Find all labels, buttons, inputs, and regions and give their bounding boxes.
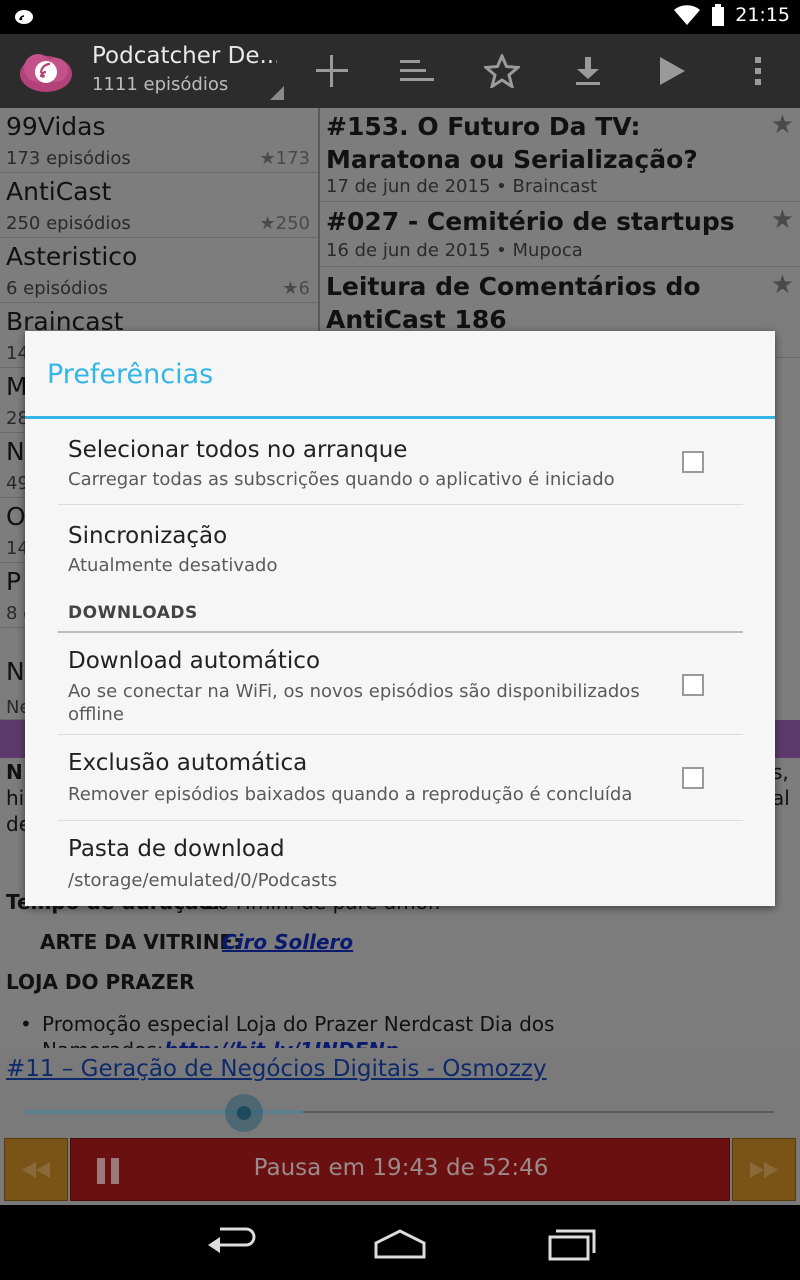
star-count: ★250 — [259, 213, 311, 234]
battery-icon — [712, 4, 725, 26]
podcast-name: N — [6, 657, 25, 686]
player-panel: #11 – Geração de Negócios Digitais - Osm… — [0, 1048, 800, 1205]
sort-button[interactable] — [386, 46, 446, 96]
preferences-dialog: Preferências Selecionar todos no arranqu… — [25, 331, 775, 906]
star-count: ★6 — [282, 278, 310, 299]
action-bar: Podcatcher De... 1111 episódios — [0, 34, 800, 108]
pref-title: Pasta de download — [68, 836, 285, 862]
select-all-checkbox[interactable] — [682, 451, 704, 473]
auto-download-checkbox[interactable] — [682, 674, 704, 696]
episode-title: #153. O Futuro Da TV: Maratona ou Serial… — [326, 112, 698, 174]
podcast-episode-count: 250 episódios — [6, 213, 131, 234]
download-icon — [576, 57, 600, 85]
episode-title: #027 - Cemitério de startups — [326, 207, 735, 236]
podcast-name: AntiCast — [6, 177, 112, 206]
pref-sync[interactable]: Sincronização Atualmente desativado — [58, 505, 743, 591]
pref-summary: Ao se conectar na WiFi, os novos episódi… — [68, 681, 640, 725]
notification-icon — [15, 10, 33, 24]
podcast-name: Asteristico — [6, 242, 138, 271]
auto-delete-checkbox[interactable] — [682, 767, 704, 789]
pref-title: Download automático — [68, 648, 321, 674]
sort-icon — [400, 60, 434, 81]
status-bar: 21:15 — [0, 0, 800, 34]
pause-label: Pausa em 19:43 de 52:46 — [253, 1155, 549, 1181]
overflow-menu-button[interactable] — [728, 46, 788, 96]
playlist-button[interactable] — [642, 46, 702, 96]
back-icon[interactable] — [200, 1223, 260, 1263]
star-icon[interactable]: ★ — [771, 205, 794, 235]
episode-meta: 17 de jun de 2015 • Braincast — [326, 176, 598, 197]
pref-download-folder[interactable]: Pasta de download /storage/emulated/0/Po… — [58, 821, 743, 906]
play-icon — [660, 57, 685, 85]
description-line: hi — [6, 786, 25, 810]
podcast-episode-count: 6 episódios — [6, 278, 108, 299]
art-label: ARTE DA VITRINE: — [40, 930, 242, 954]
star-outline-icon — [484, 54, 520, 88]
section-label: DOWNLOADS — [68, 603, 198, 623]
recents-icon[interactable] — [542, 1223, 602, 1263]
spinner-corner-icon — [270, 86, 284, 100]
pref-summary: Carregar todas as subscrições quando o a… — [68, 469, 615, 490]
pref-summary: Atualmente desativado — [68, 555, 278, 576]
navigation-bar — [0, 1205, 800, 1280]
more-vert-icon — [755, 57, 761, 85]
pref-title: Sincronização — [68, 523, 228, 549]
bullet-dot: • — [20, 1012, 32, 1036]
rewind-button[interactable] — [4, 1138, 68, 1201]
downloads-button[interactable] — [558, 46, 618, 96]
list-item[interactable]: #153. O Futuro Da TV: Maratona ou Serial… — [320, 108, 800, 202]
star-icon[interactable]: ★ — [771, 110, 794, 140]
episode-title: Leitura de Comentários do AntiCast 186 — [326, 272, 701, 334]
episode-count[interactable]: 1111 episódios — [92, 74, 228, 95]
pref-summary: /storage/emulated/0/Podcasts — [68, 870, 338, 891]
app-logo-icon[interactable] — [16, 46, 80, 96]
seekbar-thumb[interactable] — [225, 1094, 263, 1132]
store-heading: LOJA DO PRAZER — [6, 970, 195, 994]
pref-title: Exclusão automática — [68, 750, 308, 776]
now-playing-title[interactable]: #11 – Geração de Negócios Digitais - Osm… — [6, 1056, 547, 1082]
bullet-text: Promoção especial Loja do Prazer Nerdcas… — [42, 1012, 555, 1036]
dialog-title: Preferências — [47, 359, 214, 390]
add-podcast-button[interactable] — [302, 46, 362, 96]
app-title[interactable]: Podcatcher De... — [92, 43, 277, 69]
fast-forward-button[interactable] — [732, 1138, 796, 1201]
rewind-icon — [22, 1161, 50, 1178]
home-icon[interactable] — [370, 1223, 430, 1263]
episode-meta: 16 de jun de 2015 • Mupoca — [326, 240, 583, 261]
clock: 21:15 — [735, 4, 790, 26]
podcast-name: 99Vidas — [6, 112, 106, 141]
pref-title: Selecionar todos no arranque — [68, 437, 408, 463]
pref-select-all[interactable]: Selecionar todos no arranque Carregar to… — [58, 419, 743, 505]
favorites-button[interactable] — [472, 46, 532, 96]
list-item[interactable]: Asteristico 6 episódios ★6 — [0, 238, 318, 303]
art-link[interactable]: Ciro Sollero — [222, 930, 353, 954]
pref-auto-download[interactable]: Download automático Ao se conectar na Wi… — [58, 634, 743, 735]
section-header-downloads: DOWNLOADS — [58, 593, 743, 633]
podcast-name: P — [6, 567, 22, 596]
list-item[interactable]: AntiCast 250 episódios ★250 — [0, 173, 318, 238]
plus-icon — [316, 55, 348, 87]
podcast-name: N — [6, 437, 25, 466]
fast-forward-icon — [750, 1161, 778, 1178]
podcast-episode-count: 173 episódios — [6, 148, 131, 169]
list-item[interactable]: 99Vidas 173 episódios ★173 — [0, 108, 318, 173]
star-icon[interactable]: ★ — [771, 270, 794, 300]
pref-auto-delete[interactable]: Exclusão automática Remover episódios ba… — [58, 735, 743, 821]
list-item[interactable]: #027 - Cemitério de startups 16 de jun d… — [320, 203, 800, 267]
description-line: N — [6, 760, 23, 784]
star-count: ★173 — [259, 148, 311, 169]
wifi-icon — [674, 5, 701, 25]
podcast-name: O — [6, 502, 26, 531]
pause-button[interactable]: Pausa em 19:43 de 52:46 — [70, 1138, 730, 1201]
pref-summary: Remover episódios baixados quando a repr… — [68, 784, 633, 805]
seekbar-track[interactable] — [303, 1111, 774, 1113]
